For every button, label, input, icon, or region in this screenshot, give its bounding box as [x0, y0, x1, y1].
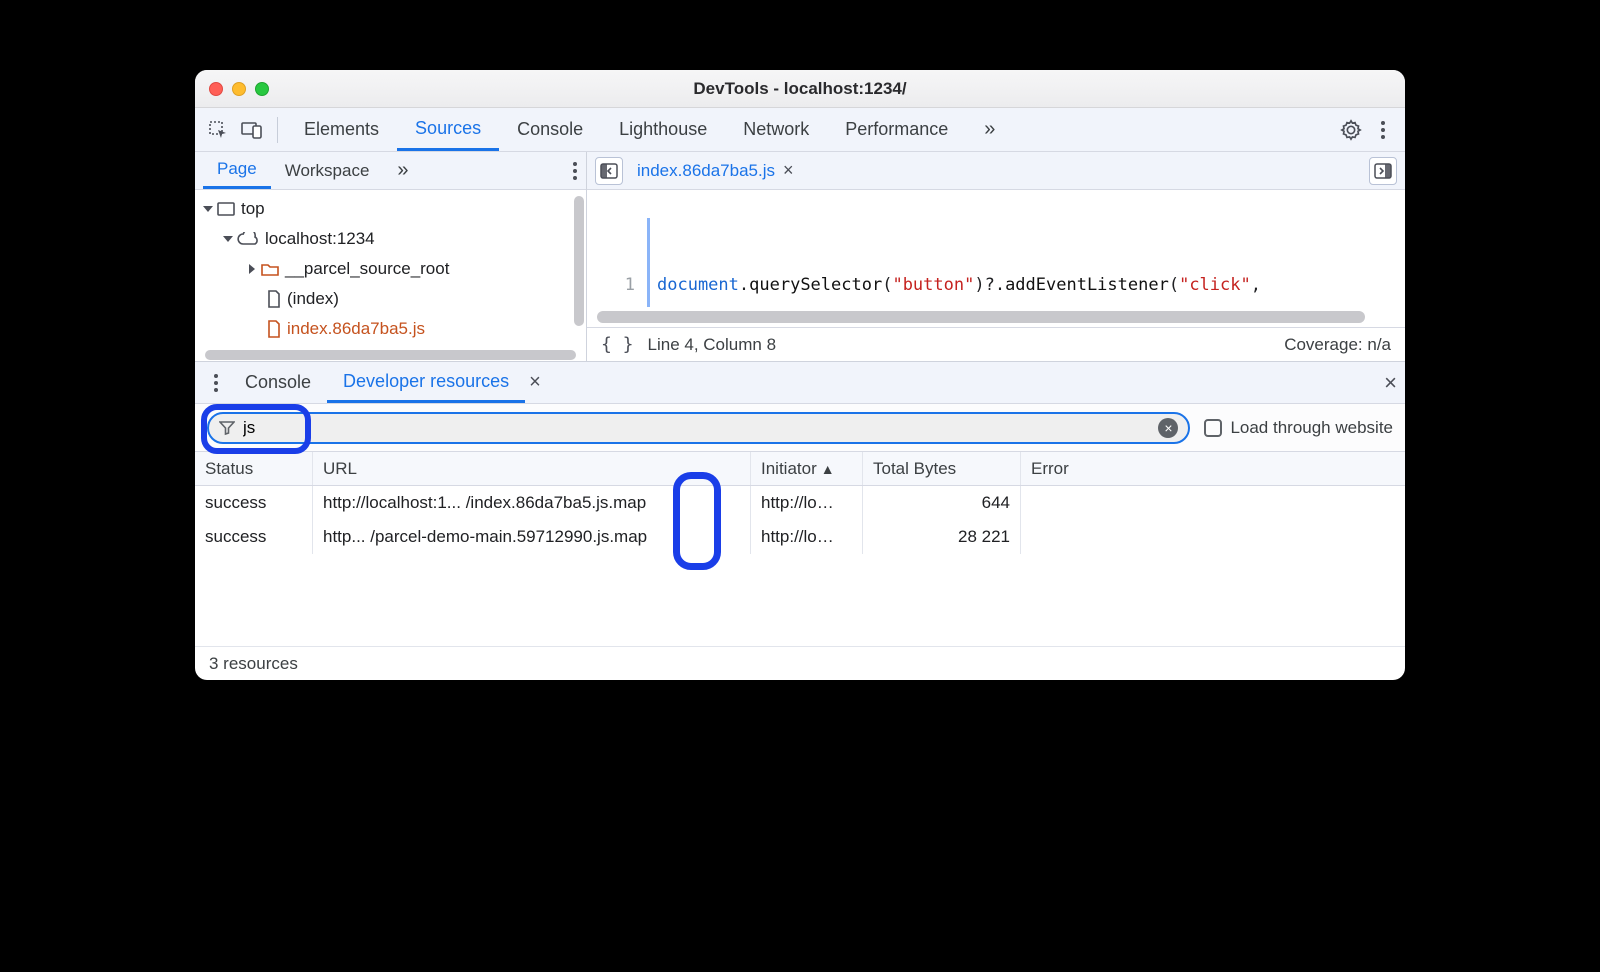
- navigator-kebab-icon[interactable]: [572, 161, 578, 181]
- tree-scrollbar[interactable]: [574, 196, 584, 326]
- filter-icon: [219, 420, 235, 436]
- frame-icon: [217, 202, 235, 216]
- coverage-status: Coverage: n/a: [1284, 335, 1391, 355]
- titlebar: DevTools - localhost:1234/: [195, 70, 1405, 108]
- tree-label: localhost:1234: [265, 229, 375, 249]
- navigator-tabs: Page Workspace »: [195, 152, 586, 190]
- fold-bar: [647, 218, 650, 307]
- navigator-panel: Page Workspace » top localhost:1234: [195, 152, 587, 361]
- editor-status-bar: { } Line 4, Column 8 Coverage: n/a: [587, 327, 1405, 361]
- resources-footer: 3 resources: [195, 646, 1405, 680]
- editor-hscrollbar[interactable]: [597, 311, 1365, 323]
- col-error[interactable]: Error: [1021, 452, 1405, 485]
- sort-asc-icon: ▲: [821, 461, 835, 477]
- document-icon: [267, 320, 281, 338]
- expand-icon[interactable]: [223, 236, 233, 242]
- tab-elements[interactable]: Elements: [286, 108, 397, 151]
- cell-initiator: http://lo…: [751, 486, 863, 520]
- cell-error: [1021, 520, 1405, 554]
- col-bytes[interactable]: Total Bytes: [863, 452, 1021, 485]
- tab-performance[interactable]: Performance: [827, 108, 966, 151]
- toggle-navigator-icon[interactable]: [595, 157, 623, 185]
- cursor-position: Line 4, Column 8: [648, 335, 777, 355]
- checkbox-icon[interactable]: [1204, 419, 1222, 437]
- tree-label: __parcel_source_root: [285, 259, 449, 279]
- col-initiator[interactable]: Initiator▲: [751, 452, 863, 485]
- navigator-tab-workspace[interactable]: Workspace: [271, 152, 384, 189]
- folder-icon: [261, 262, 279, 276]
- file-tree[interactable]: top localhost:1234 __parcel_source_root …: [195, 190, 586, 361]
- expand-icon[interactable]: [203, 206, 213, 212]
- collapse-icon[interactable]: [249, 264, 255, 274]
- table-header: Status URL Initiator▲ Total Bytes Error: [195, 452, 1405, 486]
- col-status[interactable]: Status: [195, 452, 313, 485]
- cloud-icon: [237, 232, 259, 246]
- cell-url: http://localhost:1... /index.86da7ba5.js…: [313, 486, 751, 520]
- device-toolbar-icon[interactable]: [235, 113, 269, 147]
- tree-label: top: [241, 199, 265, 219]
- cell-error: [1021, 486, 1405, 520]
- window-title: DevTools - localhost:1234/: [195, 79, 1405, 99]
- col-url[interactable]: URL: [313, 452, 751, 485]
- close-file-icon[interactable]: ×: [783, 160, 794, 181]
- kebab-menu-icon[interactable]: [1367, 120, 1399, 140]
- checkbox-label: Load through website: [1230, 418, 1393, 438]
- separator: [277, 117, 278, 143]
- tree-file-selected[interactable]: index.86da7ba5.js: [195, 314, 586, 344]
- inspect-icon[interactable]: [201, 113, 235, 147]
- tree-host[interactable]: localhost:1234: [195, 224, 586, 254]
- cell-initiator: http://lo…: [751, 520, 863, 554]
- tree-label: (index): [287, 289, 339, 309]
- close-drawer-icon[interactable]: ×: [1384, 370, 1397, 396]
- filter-input[interactable]: [243, 418, 1158, 438]
- resource-count: 3 resources: [209, 654, 298, 674]
- tree-label: index.86da7ba5.js: [287, 319, 425, 339]
- editor-tabs: index.86da7ba5.js ×: [587, 152, 1405, 190]
- tab-sources[interactable]: Sources: [397, 108, 499, 151]
- navigator-tab-page[interactable]: Page: [203, 152, 271, 189]
- editor-panel: index.86da7ba5.js × 1document.querySelec…: [587, 152, 1405, 361]
- cell-bytes: 644: [863, 486, 1021, 520]
- devtools-window: DevTools - localhost:1234/ Elements Sour…: [195, 70, 1405, 680]
- filter-input-container: ×: [207, 412, 1190, 444]
- cell-bytes: 28 221: [863, 520, 1021, 554]
- tab-lighthouse[interactable]: Lighthouse: [601, 108, 725, 151]
- tab-console[interactable]: Console: [499, 108, 601, 151]
- table-body: success http://localhost:1... /index.86d…: [195, 486, 1405, 646]
- table-row[interactable]: success http://localhost:1... /index.86d…: [195, 486, 1405, 520]
- cell-url: http... /parcel-demo-main.59712990.js.ma…: [313, 520, 751, 554]
- sources-split: Page Workspace » top localhost:1234: [195, 152, 1405, 362]
- tab-network[interactable]: Network: [725, 108, 827, 151]
- cell-status: success: [195, 520, 313, 554]
- drawer-tab-devresources[interactable]: Developer resources: [327, 362, 525, 403]
- document-icon: [267, 290, 281, 308]
- code-editor[interactable]: 1document.querySelector("button")?.addEv…: [587, 190, 1405, 307]
- table-row[interactable]: success http... /parcel-demo-main.597129…: [195, 520, 1405, 554]
- filter-bar: × Load through website: [195, 404, 1405, 452]
- toggle-debugger-icon[interactable]: [1369, 157, 1397, 185]
- cell-status: success: [195, 486, 313, 520]
- tree-index[interactable]: (index): [195, 284, 586, 314]
- main-tabs: Elements Sources Console Lighthouse Netw…: [195, 108, 1405, 152]
- tree-hscrollbar[interactable]: [205, 350, 576, 360]
- navigator-tabs-overflow[interactable]: »: [383, 152, 422, 189]
- tabs-overflow[interactable]: »: [966, 108, 1013, 151]
- resources-table: Status URL Initiator▲ Total Bytes Error …: [195, 452, 1405, 646]
- close-drawer-tab-icon[interactable]: ×: [529, 371, 541, 394]
- settings-icon[interactable]: [1335, 119, 1367, 141]
- drawer-tabs: Console Developer resources × ×: [195, 362, 1405, 404]
- tree-top[interactable]: top: [195, 194, 586, 224]
- open-file-name[interactable]: index.86da7ba5.js: [637, 161, 775, 181]
- clear-filter-icon[interactable]: ×: [1158, 418, 1178, 438]
- tree-folder[interactable]: __parcel_source_root: [195, 254, 586, 284]
- load-through-checkbox[interactable]: Load through website: [1204, 418, 1393, 438]
- drawer-tab-console[interactable]: Console: [229, 362, 327, 403]
- pretty-print-icon[interactable]: { }: [601, 334, 634, 355]
- drawer-kebab-icon[interactable]: [203, 373, 229, 393]
